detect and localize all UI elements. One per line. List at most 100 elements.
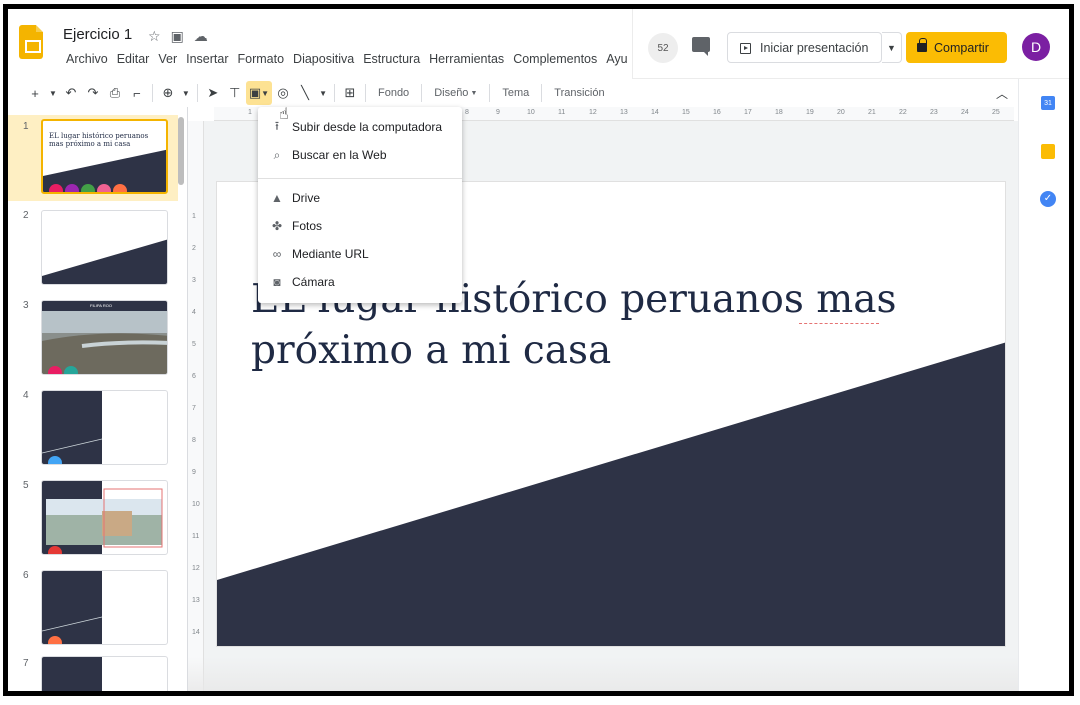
tasks-icon[interactable]: ✓ bbox=[1040, 191, 1056, 207]
new-slide-icon[interactable]: + bbox=[24, 81, 46, 105]
present-dropdown[interactable]: ▼ bbox=[882, 32, 902, 63]
toolbar-divider bbox=[196, 84, 198, 102]
ruler-tick: 7 bbox=[192, 405, 196, 412]
present-button[interactable]: Iniciar presentación bbox=[727, 32, 882, 63]
undo-icon[interactable]: ↶ bbox=[60, 81, 82, 105]
menu-complementos[interactable]: Complementos bbox=[509, 52, 602, 66]
avatar[interactable]: D bbox=[1022, 33, 1050, 61]
menu-item-camera[interactable]: Cámara bbox=[292, 273, 335, 291]
shape-icon[interactable]: ◎ bbox=[272, 81, 294, 105]
toolbar-divider bbox=[421, 84, 423, 102]
menu-divider bbox=[258, 178, 462, 179]
slide-thumbnail-5[interactable] bbox=[41, 480, 168, 555]
ruler-tick: 9 bbox=[496, 109, 500, 116]
menu-item-url[interactable]: Mediante URL bbox=[292, 245, 369, 263]
slide-5-avatars bbox=[48, 546, 62, 554]
menu-editar[interactable]: Editar bbox=[113, 52, 155, 66]
menu-diapositiva[interactable]: Diapositiva bbox=[289, 52, 359, 66]
print-icon[interactable]: ⎙ bbox=[104, 81, 126, 105]
star-icon[interactable]: ☆ bbox=[148, 28, 161, 45]
share-button[interactable]: Compartir bbox=[906, 32, 1007, 63]
slide-6-shape bbox=[42, 571, 103, 644]
paint-format-icon[interactable]: ⌐ bbox=[126, 81, 148, 105]
slide-thumbnail-4[interactable] bbox=[41, 390, 168, 465]
ruler-tick: 23 bbox=[930, 109, 938, 116]
layout-label: Diseño bbox=[434, 87, 469, 99]
menu-item-photos[interactable]: Fotos bbox=[292, 217, 322, 235]
menu-formato[interactable]: Formato bbox=[234, 52, 290, 66]
calendar-icon[interactable]: 31 bbox=[1041, 96, 1055, 110]
toolbar: + ▼ ↶ ↷ ⎙ ⌐ ⊕ ▼ ➤ ⊤ ▣ ▼ ◎ ╲ ▼ ⊞ Fondo Dis… bbox=[8, 79, 1018, 107]
title-actions: ☆ ▣ ☁ bbox=[148, 28, 208, 45]
photos-icon: ✤ bbox=[271, 219, 283, 233]
redo-icon[interactable]: ↷ bbox=[82, 81, 104, 105]
ruler-tick: 20 bbox=[837, 109, 845, 116]
slide-thumbnail-1[interactable]: EL lugar histórico peruanos mas próximo … bbox=[41, 119, 168, 194]
slide-3-photo bbox=[42, 301, 167, 374]
transition-button[interactable]: Transición bbox=[546, 81, 612, 105]
comment-add-icon[interactable]: ⊞ bbox=[339, 81, 361, 105]
share-label: Compartir bbox=[934, 40, 989, 55]
move-folder-icon[interactable]: ▣ bbox=[171, 28, 184, 45]
background-button[interactable]: Fondo bbox=[370, 81, 417, 105]
zoom-icon[interactable]: ⊕ bbox=[157, 81, 179, 105]
slides-logo-icon[interactable] bbox=[19, 25, 43, 59]
ruler-tick: 18 bbox=[775, 109, 783, 116]
app-window: Ejercicio 1 ☆ ▣ ☁ Archivo Editar Ver Ins… bbox=[3, 4, 1074, 696]
ruler-tick: 8 bbox=[192, 437, 196, 444]
ruler-tick: 4 bbox=[192, 309, 196, 316]
select-icon[interactable]: ➤ bbox=[202, 81, 224, 105]
ruler-tick: 13 bbox=[192, 597, 200, 604]
menu-ayuda[interactable]: Ayu bbox=[602, 52, 632, 66]
ruler-tick: 17 bbox=[744, 109, 752, 116]
ruler-tick: 16 bbox=[713, 109, 721, 116]
slide-number: 7 bbox=[23, 658, 29, 669]
ruler-tick: 14 bbox=[192, 629, 200, 636]
ruler-tick: 14 bbox=[651, 109, 659, 116]
new-slide-dropdown-icon[interactable]: ▼ bbox=[46, 81, 60, 105]
slide-thumbnail-7[interactable] bbox=[41, 656, 168, 691]
theme-button[interactable]: Tema bbox=[494, 81, 537, 105]
slide-number: 3 bbox=[23, 300, 29, 311]
slide-thumbnail-2[interactable] bbox=[41, 210, 168, 285]
comment-icon[interactable] bbox=[692, 37, 710, 56]
ruler-tick: 25 bbox=[992, 109, 1000, 116]
line-dropdown-icon[interactable]: ▼ bbox=[316, 81, 330, 105]
menu-item-upload[interactable]: Subir desde la computadora bbox=[292, 118, 442, 136]
filmstrip-scrollbar[interactable] bbox=[178, 117, 184, 185]
menu-insertar[interactable]: Insertar bbox=[182, 52, 233, 66]
image-icon[interactable]: ▣ ▼ bbox=[245, 81, 273, 105]
slide-6-avatars bbox=[48, 636, 62, 644]
keep-icon[interactable] bbox=[1041, 144, 1055, 159]
menu-archivo[interactable]: Archivo bbox=[62, 52, 113, 66]
slide-number: 5 bbox=[23, 480, 29, 491]
menu-item-search-web[interactable]: Buscar en la Web bbox=[292, 146, 387, 164]
ruler-tick: 22 bbox=[899, 109, 907, 116]
vertical-ruler[interactable]: 1 2 3 4 5 6 7 8 9 10 11 12 13 14 bbox=[188, 121, 204, 691]
cloud-status-icon[interactable]: ☁ bbox=[194, 28, 208, 45]
slide-4-avatars bbox=[48, 456, 62, 464]
ruler-tick: 5 bbox=[192, 341, 196, 348]
layout-button[interactable]: Diseño ▼ bbox=[426, 81, 485, 105]
menu-estructura[interactable]: Estructura bbox=[359, 52, 425, 66]
collapse-toolbar-icon[interactable]: ︿ bbox=[996, 85, 1008, 102]
slide-number: 6 bbox=[23, 570, 29, 581]
slide-number: 2 bbox=[23, 210, 29, 221]
toolbar-divider bbox=[333, 84, 335, 102]
slide-thumbnail-6[interactable] bbox=[41, 570, 168, 645]
line-icon[interactable]: ╲ bbox=[294, 81, 316, 105]
slide-thumbnail-3[interactable]: FILIPA ROO bbox=[41, 300, 168, 375]
document-title[interactable]: Ejercicio 1 bbox=[63, 26, 132, 43]
menu-ver[interactable]: Ver bbox=[154, 52, 182, 66]
zoom-dropdown-icon[interactable]: ▼ bbox=[179, 81, 193, 105]
ruler-tick: 6 bbox=[192, 373, 196, 380]
ruler-tick: 15 bbox=[682, 109, 690, 116]
menu-herramientas[interactable]: Herramientas bbox=[425, 52, 509, 66]
activity-badge[interactable]: 52 bbox=[648, 33, 678, 63]
slide-title-line-2: próximo a mi casa bbox=[251, 328, 612, 373]
menu-item-drive[interactable]: Drive bbox=[292, 189, 320, 207]
filmstrip: 1 EL lugar histórico peruanos mas próxim… bbox=[8, 107, 188, 691]
slide-number: 4 bbox=[23, 390, 29, 401]
slide-1-text: EL lugar histórico peruanos mas próximo … bbox=[49, 132, 149, 148]
text-box-icon[interactable]: ⊤ bbox=[224, 81, 246, 105]
